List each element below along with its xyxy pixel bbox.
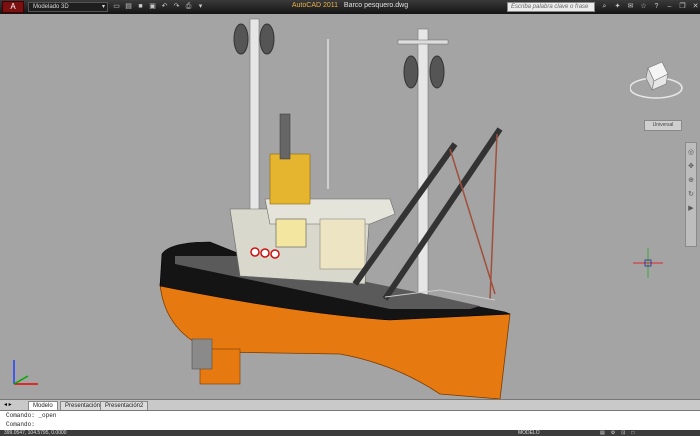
pulley-right-2 [429, 55, 445, 89]
search-input[interactable]: Escriba palabra clave o frase [507, 2, 595, 12]
pulley-left-2 [259, 23, 275, 55]
help-icon[interactable]: ? [652, 2, 661, 11]
funnel-stack [279, 113, 291, 160]
navigation-bar: ◎ ✥ ⊕ ↻ ▶ [685, 142, 697, 247]
close-icon[interactable]: ✕ [691, 2, 700, 11]
annotation-scale-icon[interactable]: ▤ [600, 430, 605, 436]
tab-modelo[interactable]: Modelo [28, 401, 58, 410]
layout-tabs: ◂ ▸ Modelo Presentación1 Presentación2 [0, 399, 700, 410]
tab-nav-arrows[interactable]: ◂ ▸ [4, 401, 12, 408]
cabin-side [319, 218, 366, 270]
mast-left [249, 18, 260, 230]
status-bar: 399.0547, 104.5795, 0.0000 MODELO ▤ ⚙ ⊡ … [0, 430, 700, 436]
model-space-toggle[interactable]: MODELO [518, 430, 540, 436]
command-window[interactable]: Comando: _open Comando: [0, 410, 700, 431]
star-icon[interactable]: ☆ [639, 2, 648, 11]
command-prompt-line[interactable]: Comando: [0, 420, 700, 429]
drawing-viewport[interactable]: Universal ◎ ✥ ⊕ ↻ ▶ [0, 14, 700, 399]
workspace-switch-icon[interactable]: ⚙ [611, 430, 615, 436]
file-name: Barco pesquero.dwg [343, 2, 409, 9]
cabin-window [275, 218, 307, 248]
boat-model [159, 18, 511, 399]
porthole-1 [250, 247, 260, 257]
subscription-icon[interactable]: ✦ [613, 2, 622, 11]
world-ucs-label[interactable]: Universal [644, 120, 682, 131]
restore-icon[interactable]: ❐ [678, 2, 687, 11]
showmotion-icon[interactable]: ▶ [688, 204, 693, 212]
info-toolbar: ⌕ ✦ ✉ ☆ ? ‒ ❐ ✕ [600, 2, 700, 11]
rudder [191, 338, 213, 370]
app-name: AutoCAD 2011 [291, 2, 339, 9]
window-title: AutoCAD 2011 Barco pesquero.dwg [0, 2, 700, 9]
pulley-right-1 [403, 55, 419, 89]
viewcube[interactable] [630, 54, 694, 104]
pan-icon[interactable]: ✥ [688, 162, 694, 170]
steering-wheel-icon[interactable]: ◎ [688, 148, 694, 156]
binoculars-icon[interactable]: ⌕ [600, 2, 609, 11]
porthole-2 [260, 248, 270, 258]
rope-2 [489, 133, 498, 300]
yard-right [397, 39, 449, 45]
zoom-icon[interactable]: ⊕ [688, 176, 694, 184]
crosshair-cursor [633, 248, 663, 278]
minimize-icon[interactable]: ‒ [665, 2, 674, 11]
orbit-icon[interactable]: ↻ [688, 190, 694, 198]
coordinates-readout[interactable]: 399.0547, 104.5795, 0.0000 [4, 430, 67, 436]
funnel-base [269, 153, 311, 205]
clean-screen-icon[interactable]: □ [631, 430, 634, 436]
lock-icon[interactable]: ⊡ [621, 430, 625, 436]
tab-presentacion2[interactable]: Presentación2 [100, 401, 149, 410]
mast-right [417, 28, 429, 315]
antenna [327, 39, 329, 189]
status-tray: ▤ ⚙ ⊡ □ [600, 430, 634, 436]
command-history-line: Comando: _open [6, 412, 57, 419]
porthole-3 [270, 249, 280, 259]
ucs-icon [13, 360, 38, 385]
title-bar: A Modelado 3D ▾ ▭ ▤ ■ ▣ ↶ ↷ ⎙ ▾ AutoCAD 2… [0, 0, 700, 14]
pulley-left-1 [233, 23, 249, 55]
communication-icon[interactable]: ✉ [626, 2, 635, 11]
